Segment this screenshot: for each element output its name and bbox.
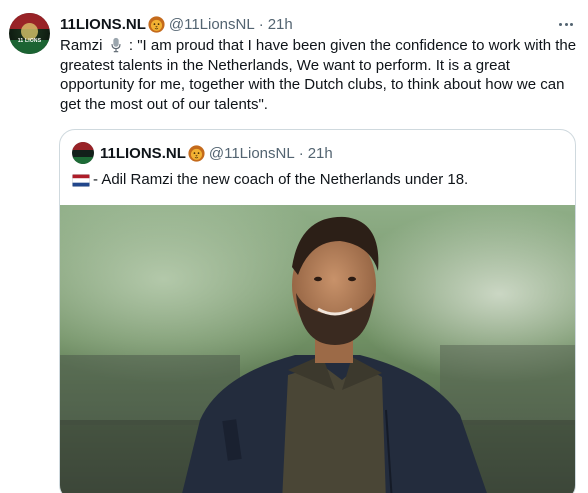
coach-portrait-photo[interactable] <box>60 205 575 493</box>
timestamp[interactable]: 21h <box>268 16 293 33</box>
lion-face-emoji-icon <box>148 15 165 33</box>
quoted-tweet[interactable]: 11LIONS.NL @11LionsNL · 21h - Adil Ramzi… <box>59 129 576 493</box>
lion-face-emoji-icon <box>188 144 205 162</box>
author-handle[interactable]: @11LionsNL <box>169 16 255 33</box>
more-options-icon[interactable] <box>556 14 576 34</box>
quoted-author-name: 11LIONS.NL <box>100 144 186 162</box>
quoted-text: - Adil Ramzi the new coach of the Nether… <box>72 170 468 190</box>
tweet-text-prefix: Ramzi <box>60 37 103 54</box>
tweet-text: Ramzi : "I am proud that I have been giv… <box>60 36 580 114</box>
author-avatar[interactable]: 11 LIONS <box>9 13 50 54</box>
microphone-emoji-icon <box>111 37 121 53</box>
tweet-header: 11LIONS.NL @11LionsNL · 21h <box>60 14 293 34</box>
netherlands-flag-icon <box>72 173 90 187</box>
avatar-text: 11 LIONS <box>17 38 42 44</box>
quoted-author-avatar <box>72 142 94 164</box>
quoted-separator-dot: · <box>298 144 304 162</box>
photo-illustration <box>60 205 575 493</box>
quoted-author-handle: @11LionsNL <box>208 144 295 162</box>
author-name[interactable]: 11LIONS.NL <box>60 16 146 33</box>
separator-dot: · <box>258 15 264 33</box>
quoted-header: 11LIONS.NL @11LionsNL · 21h <box>72 142 333 164</box>
quoted-text-body: - Adil Ramzi the new coach of the Nether… <box>93 171 469 188</box>
tweet-text-body: : "I am proud that I have been given the… <box>60 37 577 113</box>
tweet[interactable]: 11 LIONS 11LIONS.NL @11LionsNL · 21h Ram… <box>0 0 588 493</box>
quoted-timestamp: 21h <box>307 144 333 162</box>
